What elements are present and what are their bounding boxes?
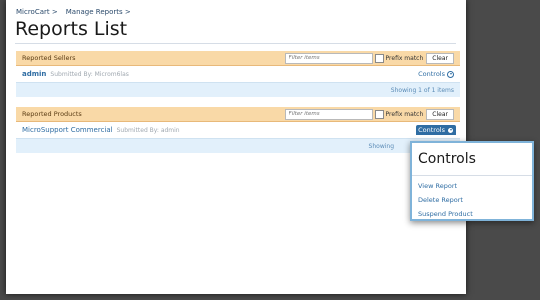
prefix-match-checkbox[interactable] (374, 109, 384, 119)
section-footer: Showing 1 of 1 items (16, 82, 460, 97)
submitted-by: Submitted By: admin (116, 126, 180, 134)
chevron-down-icon (447, 70, 454, 78)
section-header: Reported Products Prefix match Clear (16, 107, 460, 122)
section-header: Reported Sellers Prefix match Clear (16, 51, 460, 66)
clear-button[interactable]: Clear (426, 52, 454, 64)
reported-sellers-section: Reported Sellers Prefix match Clear admi… (16, 51, 460, 97)
clear-button[interactable]: Clear (426, 108, 454, 120)
controls-menu: Controls View Report Delete Report Suspe… (410, 141, 534, 221)
submitted-by: Submitted By: Microm6las (50, 70, 129, 78)
controls-menu-list: View Report Delete Report Suspend Produc… (412, 176, 532, 221)
section-title: Reported Products (22, 110, 82, 118)
controls-label: Controls (418, 126, 445, 134)
breadcrumb: MicroCart > Manage Reports > (16, 8, 131, 16)
section-title: Reported Sellers (22, 54, 76, 62)
controls-menu-title: Controls (412, 143, 532, 176)
reported-products-section: Reported Products Prefix match Clear Mic… (16, 107, 460, 153)
page-title: Reports List (15, 18, 128, 40)
list-item: MicroSupport Commercial Submitted By: ad… (16, 122, 460, 138)
showing-count: Showing (368, 142, 394, 150)
prefix-match-checkbox[interactable] (374, 53, 384, 63)
prefix-match-label: Prefix match (385, 110, 424, 118)
showing-count: Showing 1 of 1 items (390, 86, 454, 94)
chevron-down-icon (447, 126, 454, 134)
main-panel: MicroCart > Manage Reports > Reports Lis… (6, 0, 466, 294)
controls-button[interactable]: Controls (416, 125, 456, 135)
filter-input[interactable] (284, 52, 373, 64)
item-name-link[interactable]: MicroSupport Commercial (22, 126, 113, 134)
breadcrumb-microcart[interactable]: MicroCart > (16, 8, 58, 16)
suspend-product-item[interactable]: Suspend Product (418, 207, 532, 221)
section-footer: Showing (16, 138, 460, 153)
delete-report-item[interactable]: Delete Report (418, 193, 532, 207)
view-report-item[interactable]: View Report (418, 179, 532, 193)
controls-label: Controls (418, 70, 445, 78)
breadcrumb-manage-reports[interactable]: Manage Reports > (66, 8, 131, 16)
title-divider (15, 43, 456, 44)
prefix-match-label: Prefix match (385, 54, 424, 62)
controls-button[interactable]: Controls (416, 69, 456, 79)
item-name-link[interactable]: admin (22, 70, 46, 78)
list-item: admin Submitted By: Microm6las Controls (16, 66, 460, 82)
filter-input[interactable] (284, 108, 373, 120)
